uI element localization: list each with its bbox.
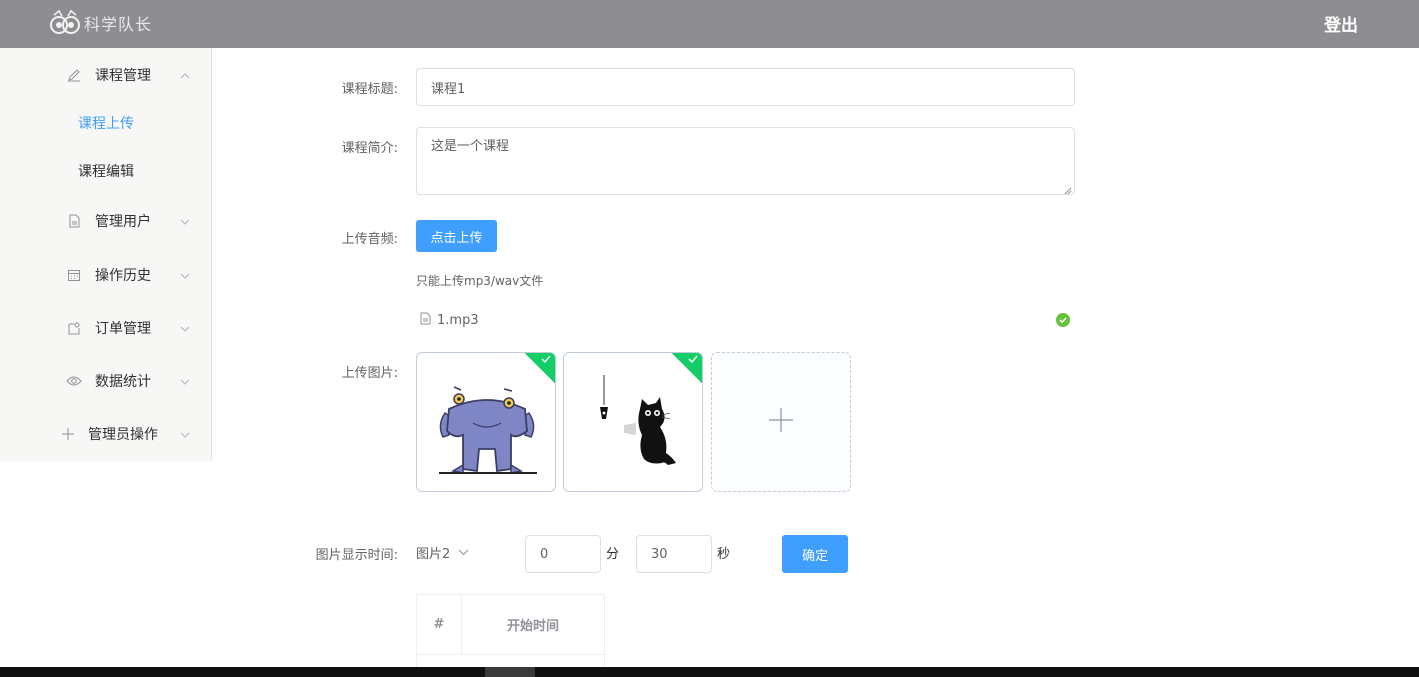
sidebar-item-manage-users[interactable]: 管理用户: [0, 196, 211, 246]
upload-audio-button[interactable]: 点击上传: [416, 220, 497, 252]
minutes-unit: 分: [606, 547, 620, 562]
sidebar-item-label: 订单管理: [95, 321, 151, 337]
document-icon: [66, 213, 82, 229]
seconds-input[interactable]: 30: [636, 535, 712, 573]
sidebar-item-label: 管理用户: [95, 214, 151, 230]
minutes-input[interactable]: 0: [525, 535, 601, 573]
sidebar-subitem-course-edit[interactable]: 课程编辑: [0, 148, 211, 194]
upload-image-label: 上传图片:: [341, 366, 398, 381]
calendar-icon: [66, 267, 82, 283]
chevron-down-icon: [180, 215, 190, 228]
chevron-down-icon: [458, 545, 469, 560]
chevron-down-icon: [180, 428, 190, 441]
minutes-value: 0: [540, 546, 549, 562]
check-icon: [541, 355, 551, 366]
uploaded-image-1[interactable]: [416, 352, 556, 492]
chevron-down-icon: [180, 269, 190, 282]
course-title-label: 课程标题:: [341, 82, 398, 97]
sidebar-subitem-label: 课程上传: [78, 116, 134, 132]
course-intro-label: 课程简介:: [341, 141, 398, 156]
logo: 科学队长: [48, 6, 152, 40]
sidebar-item-admin-operations[interactable]: 管理员操作: [0, 409, 211, 459]
chevron-down-icon: [180, 322, 190, 335]
upload-audio-label: 上传音频:: [341, 232, 398, 247]
plus-icon: [768, 403, 794, 441]
chevron-up-icon: [180, 69, 190, 82]
resize-grip-icon[interactable]: [1064, 184, 1072, 195]
pencil-icon: [66, 67, 82, 83]
course-title-value: 课程1: [431, 81, 466, 97]
seconds-unit: 秒: [717, 547, 731, 562]
image-time-label: 图片显示时间:: [315, 548, 398, 563]
image-select-dropdown[interactable]: 图片2: [416, 540, 469, 564]
course-title-input[interactable]: 课程1: [416, 68, 1075, 106]
image-time-table: # 开始时间: [416, 594, 605, 677]
brand-name: 科学队长: [84, 15, 153, 34]
audio-file-name: 1.mp3: [437, 312, 479, 328]
seconds-value: 30: [651, 546, 668, 562]
top-header: 科学队长 登出: [0, 0, 1419, 48]
elephant-image: [439, 386, 537, 474]
cat-image: [600, 375, 676, 465]
tag-icon: [66, 320, 82, 336]
confirm-button[interactable]: 确定: [782, 535, 848, 573]
sidebar-item-statistics[interactable]: 数据统计: [0, 356, 211, 406]
taskbar-app-button[interactable]: [485, 667, 535, 677]
sidebar-item-order-management[interactable]: 订单管理: [0, 303, 211, 353]
sidebar-item-operation-history[interactable]: 操作历史: [0, 250, 211, 300]
sidebar-item-label: 数据统计: [95, 374, 151, 390]
logout-button[interactable]: 登出: [1324, 11, 1358, 36]
eye-icon: [66, 373, 82, 389]
sidebar: 课程管理 课程上传 课程编辑 管理用户 操作历史 订单管理 数据统计 管理员操作: [0, 48, 212, 461]
check-icon: [688, 355, 698, 366]
table-header-index: #: [417, 595, 462, 655]
os-taskbar: [0, 667, 1419, 677]
uploaded-audio-file[interactable]: 1.mp3: [416, 309, 1076, 331]
owl-logo-icon: [48, 6, 82, 40]
add-image-button[interactable]: [711, 352, 851, 492]
sidebar-item-label: 管理员操作: [88, 427, 158, 443]
table-header-start-time: 开始时间: [462, 595, 604, 655]
sidebar-item-label: 课程管理: [95, 68, 151, 84]
sidebar-subitem-course-upload[interactable]: 课程上传: [0, 100, 211, 146]
success-check-icon: [1056, 313, 1070, 327]
image-select-value: 图片2: [416, 546, 451, 562]
chevron-down-icon: [180, 375, 190, 388]
audio-upload-tip: 只能上传mp3/wav文件: [416, 274, 544, 288]
course-intro-value: 这是一个课程: [431, 139, 510, 154]
sidebar-item-label: 操作历史: [95, 268, 151, 284]
file-icon: [420, 312, 431, 329]
sidebar-subitem-label: 课程编辑: [78, 164, 134, 180]
plus-icon: [60, 426, 76, 442]
uploaded-image-2[interactable]: [563, 352, 703, 492]
course-intro-textarea[interactable]: 这是一个课程: [416, 127, 1075, 195]
sidebar-item-course-management[interactable]: 课程管理: [0, 50, 211, 100]
